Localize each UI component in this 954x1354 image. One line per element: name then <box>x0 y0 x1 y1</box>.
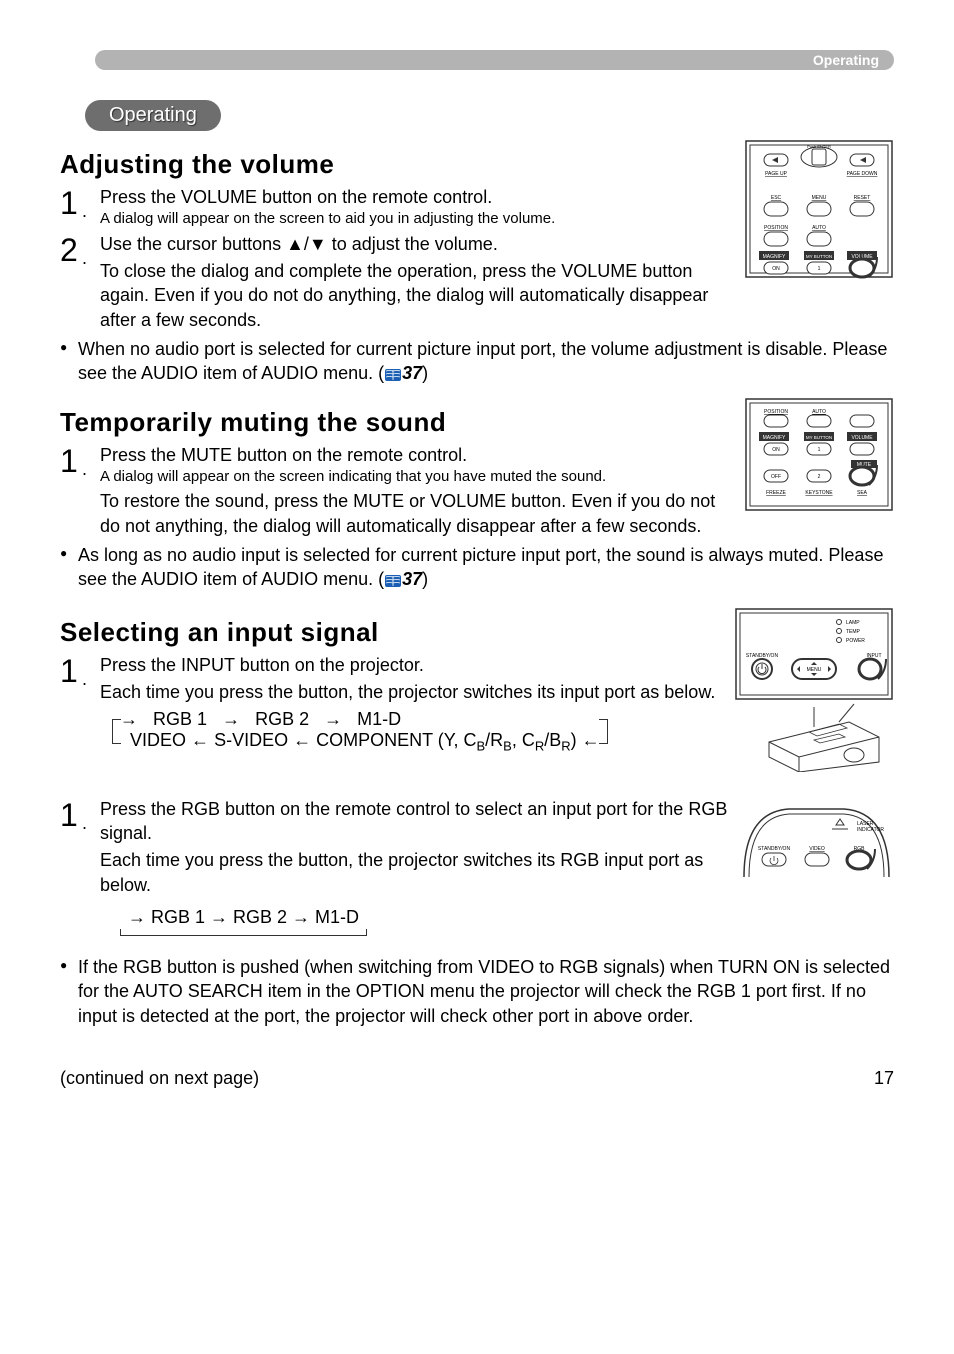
header-bar: Operating <box>95 50 894 70</box>
svg-text:FREEZE: FREEZE <box>766 490 786 496</box>
projector-illustration: LAMP TEMP POWER STANDBY/ON MENU INPUT <box>734 607 894 772</box>
svg-text:TEMP: TEMP <box>846 629 861 635</box>
step-number: 1 <box>60 185 78 222</box>
step-number: 2 <box>60 232 78 269</box>
step-mute-1: 1. Press the MUTE button on the remote c… <box>60 443 736 487</box>
step-body-text: Each time you press the button, the proj… <box>100 848 731 897</box>
svg-text:MENU: MENU <box>807 667 822 673</box>
svg-text:MY BUTTON: MY BUTTON <box>806 254 832 259</box>
section-tab-label: Operating <box>109 104 197 126</box>
book-icon <box>384 568 402 592</box>
svg-text:STANDBY/ON: STANDBY/ON <box>758 846 791 852</box>
svg-text:POSITION: POSITION <box>764 409 788 415</box>
remote-control-illustration-1: Push ENTER PAGE UP PAGE DOWN ESC MENU RE… <box>744 139 894 279</box>
step-main-text: Use the cursor buttons ▲/▼ to adjust the… <box>100 232 736 256</box>
svg-text:LAMP: LAMP <box>846 620 860 626</box>
svg-text:AUTO: AUTO <box>812 409 826 415</box>
svg-text:Push ENTER: Push ENTER <box>807 144 831 149</box>
svg-text:1: 1 <box>818 447 821 453</box>
ref-page: 37 <box>402 569 422 589</box>
step-select-rgb: 1. Press the RGB button on the remote co… <box>60 797 731 846</box>
step-body-text: Each time you press the button, the proj… <box>100 680 726 704</box>
continued-text: (continued on next page) <box>60 1068 259 1089</box>
svg-text:MENU: MENU <box>812 195 827 201</box>
step-dot: . <box>82 669 87 690</box>
svg-text:OFF: OFF <box>771 474 781 480</box>
bullet-mute-note: As long as no audio input is selected fo… <box>60 543 894 593</box>
svg-text:PAGE UP: PAGE UP <box>765 171 788 177</box>
svg-text:ESC: ESC <box>771 195 782 201</box>
svg-text:1: 1 <box>818 266 821 272</box>
remote-control-illustration-2: POSITION AUTO MAGNIFY MY BUTTON VOLUME O… <box>744 397 894 512</box>
step-sub-text: A dialog will appear on the screen indic… <box>100 467 736 487</box>
step-select-1: 1. Press the INPUT button on the project… <box>60 653 726 677</box>
step-volume-2: 2. Use the cursor buttons ▲/▼ to adjust … <box>60 232 736 256</box>
step-main-text: Press the RGB button on the remote contr… <box>100 797 731 846</box>
step-sub-text: A dialog will appear on the screen to ai… <box>100 209 736 229</box>
page-number: 17 <box>874 1068 894 1089</box>
input-flow-diagram-2: → RGB 1 → RGB 2 → M1-D <box>120 905 731 930</box>
step-dot: . <box>82 813 87 834</box>
svg-text:MAGNIFY: MAGNIFY <box>763 254 786 260</box>
svg-text:POWER: POWER <box>846 638 865 644</box>
remote-control-illustration-3: LASER INDICATOR STANDBY/ON VIDEO RGB <box>739 797 894 882</box>
step-dot: . <box>82 459 87 480</box>
svg-text:MAGNIFY: MAGNIFY <box>763 435 786 441</box>
heading-muting-sound: Temporarily muting the sound <box>60 407 736 438</box>
svg-text:ON: ON <box>772 447 780 453</box>
bullet-volume-note: When no audio port is selected for curre… <box>60 337 894 387</box>
step-body-text: To restore the sound, press the MUTE or … <box>100 489 736 538</box>
svg-text:ON: ON <box>772 266 780 272</box>
header-section: Operating <box>813 52 879 68</box>
step-number: 1 <box>60 653 78 690</box>
heading-selecting-input: Selecting an input signal <box>60 617 726 648</box>
svg-text:SEA: SEA <box>857 490 868 496</box>
heading-adjusting-volume: Adjusting the volume <box>60 149 736 180</box>
svg-text:RESET: RESET <box>854 195 871 201</box>
input-flow-diagram-1: → RGB 1 → RGB 2 → M1-D VIDEO ← S-VIDEO ←… <box>120 709 726 754</box>
step-number: 1 <box>60 443 78 480</box>
step-body-text: To close the dialog and complete the ope… <box>100 259 736 332</box>
svg-text:KEYSTONE: KEYSTONE <box>805 490 833 496</box>
section-tab: Operating <box>85 100 221 131</box>
svg-text:VOLUME: VOLUME <box>851 435 873 441</box>
svg-text:AUTO: AUTO <box>812 225 826 231</box>
bullet-text-c: ) <box>422 363 428 383</box>
svg-text:MY BUTTON: MY BUTTON <box>806 435 832 440</box>
bullet-text: If the RGB button is pushed (when switch… <box>78 957 890 1026</box>
bullet-rgb-note: If the RGB button is pushed (when switch… <box>60 955 894 1028</box>
svg-text:PAGE DOWN: PAGE DOWN <box>847 171 878 177</box>
step-main-text: Press the INPUT button on the projector. <box>100 653 726 677</box>
svg-text:INDICATOR: INDICATOR <box>857 827 884 833</box>
step-dot: . <box>82 248 87 269</box>
step-main-text: Press the MUTE button on the remote cont… <box>100 443 736 467</box>
bullet-text-c: ) <box>422 569 428 589</box>
bullet-text-a: As long as no audio input is selected fo… <box>78 545 883 589</box>
svg-text:VIDEO: VIDEO <box>809 846 825 852</box>
step-main-text: Press the VOLUME button on the remote co… <box>100 185 736 209</box>
ref-page: 37 <box>402 363 422 383</box>
step-dot: . <box>82 201 87 222</box>
book-icon <box>384 362 402 386</box>
step-number: 1 <box>60 797 78 834</box>
svg-text:2: 2 <box>818 474 821 480</box>
bullet-text-a: When no audio port is selected for curre… <box>78 339 887 383</box>
step-volume-1: 1. Press the VOLUME button on the remote… <box>60 185 736 229</box>
svg-text:POSITION: POSITION <box>764 225 788 231</box>
